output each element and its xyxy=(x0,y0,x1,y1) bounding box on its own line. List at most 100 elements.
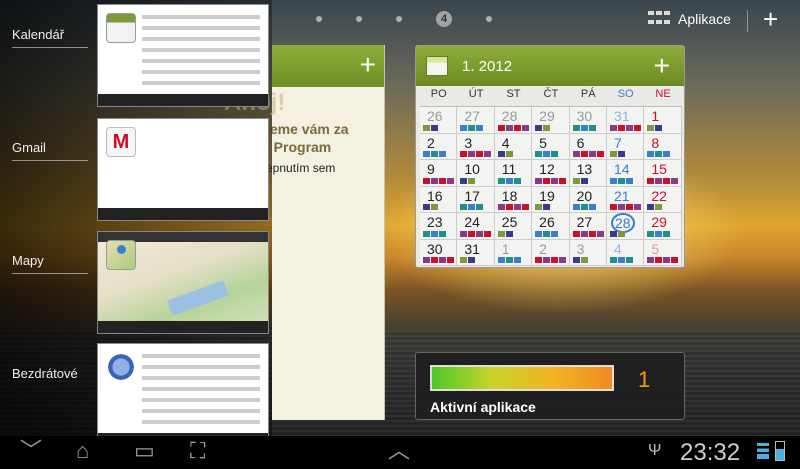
calendar-day[interactable]: 11 xyxy=(494,160,533,187)
calendar-day[interactable]: 28 xyxy=(606,213,645,240)
event-mark xyxy=(439,151,446,157)
page-dot[interactable] xyxy=(356,16,362,22)
active-apps-count: 1 xyxy=(638,367,651,392)
event-mark xyxy=(572,257,580,263)
event-mark xyxy=(513,204,521,210)
event-mark xyxy=(543,151,551,157)
calendar-day[interactable]: 9 xyxy=(420,160,458,187)
calendar-day[interactable]: 26 xyxy=(420,107,458,134)
event-mark xyxy=(497,257,505,263)
calendar-day[interactable]: 31 xyxy=(457,239,495,266)
calendar-day[interactable]: 25 xyxy=(494,213,533,240)
calendar-day[interactable]: 5 xyxy=(532,133,570,160)
calendar-day[interactable]: 1 xyxy=(644,107,682,134)
recent-app-thumbnail-maps[interactable] xyxy=(97,231,269,334)
calendar-day[interactable]: 2 xyxy=(532,239,570,266)
calendar-day[interactable]: 7 xyxy=(606,133,645,160)
calendar-day[interactable]: 8 xyxy=(644,133,682,160)
calendar-day-number: 24 xyxy=(464,214,480,230)
calendar-day[interactable]: 5 xyxy=(644,239,682,266)
calendar-day[interactable]: 18 xyxy=(494,186,533,213)
apps-label: Aplikace xyxy=(678,11,731,27)
calendar-day[interactable]: 14 xyxy=(606,160,645,187)
page-dot[interactable] xyxy=(396,16,402,22)
event-mark xyxy=(663,177,671,184)
add-event-button[interactable]: + xyxy=(654,52,670,80)
calendar-event-marks xyxy=(647,177,679,184)
event-mark xyxy=(484,151,492,157)
event-mark xyxy=(671,177,679,184)
calendar-day[interactable]: 29 xyxy=(644,213,682,240)
calendar-event-marks xyxy=(647,230,671,237)
calendar-day[interactable]: 6 xyxy=(569,133,607,160)
calendar-event-marks xyxy=(647,124,663,131)
calendar-day[interactable]: 20 xyxy=(569,186,607,213)
calendar-event-marks xyxy=(572,124,597,131)
event-mark xyxy=(423,124,430,131)
calendar-day[interactable]: 29 xyxy=(532,107,570,134)
back-button[interactable]: ﹀ xyxy=(20,440,42,462)
calendar-event-marks xyxy=(609,177,634,184)
calendar-day[interactable]: 3 xyxy=(569,239,607,266)
event-mark xyxy=(431,124,438,131)
calendar-day[interactable]: 27 xyxy=(457,107,495,134)
recent-app-thumbnail-wireless[interactable] xyxy=(97,343,269,446)
recent-app-thumbnail-calendar[interactable] xyxy=(97,4,269,107)
calendar-event-marks xyxy=(572,177,589,184)
event-mark xyxy=(655,124,663,131)
apps-button[interactable]: Aplikace xyxy=(648,11,731,27)
calendar-day[interactable]: 17 xyxy=(457,186,495,213)
home-button[interactable]: ⌂ xyxy=(76,440,89,462)
calendar-event-marks xyxy=(423,257,455,263)
calendar-day[interactable]: 1 xyxy=(494,239,533,266)
event-mark xyxy=(535,177,543,184)
page-dot[interactable] xyxy=(316,16,322,22)
page-dot[interactable] xyxy=(486,16,492,22)
calendar-day[interactable]: 31 xyxy=(606,107,645,134)
calendar-day[interactable]: 3 xyxy=(457,133,495,160)
event-mark xyxy=(655,257,663,263)
recent-divider xyxy=(12,273,88,274)
welcome-text-line: jeme vám za xyxy=(266,121,349,137)
event-mark xyxy=(447,177,454,184)
calendar-day[interactable]: 16 xyxy=(420,186,458,213)
calendar-day[interactable]: 21 xyxy=(606,186,645,213)
calendar-day[interactable]: 15 xyxy=(644,160,682,187)
calendar-day-number: 21 xyxy=(613,187,630,204)
calendar-event-marks xyxy=(423,204,439,210)
calendar-day[interactable]: 22 xyxy=(644,186,682,213)
welcome-widget[interactable]: + Ahoj! jeme vám za e Program epnutím se… xyxy=(224,45,385,420)
welcome-add-button[interactable]: + xyxy=(360,51,376,79)
calendar-day[interactable]: 28 xyxy=(494,107,533,134)
calendar-day[interactable]: 23 xyxy=(420,213,458,240)
calendar-day-number: 12 xyxy=(539,161,555,177)
event-mark xyxy=(423,204,430,210)
event-mark xyxy=(423,230,430,237)
calendar-day[interactable]: 27 xyxy=(569,213,607,240)
calendar-day[interactable]: 30 xyxy=(569,107,607,134)
calendar-day[interactable]: 13 xyxy=(569,160,607,187)
calendar-event-marks xyxy=(460,230,492,237)
event-mark xyxy=(439,230,446,237)
calendar-day[interactable]: 10 xyxy=(457,160,495,187)
calendar-day-number: 9 xyxy=(427,161,435,177)
calendar-day[interactable]: 24 xyxy=(457,213,495,240)
clock[interactable]: 23:32 xyxy=(680,439,740,467)
event-mark xyxy=(617,257,625,263)
calendar-day[interactable]: 4 xyxy=(606,239,645,266)
calendar-event-marks xyxy=(423,151,447,157)
screenshot-button[interactable]: ⛶ xyxy=(190,440,205,462)
calendar-day[interactable]: 2 xyxy=(420,133,458,160)
calendar-day[interactable]: 12 xyxy=(532,160,570,187)
calendar-day[interactable]: 4 xyxy=(494,133,533,160)
add-widget-button[interactable]: + xyxy=(763,6,778,32)
calendar-event-marks xyxy=(535,124,551,131)
calendar-day[interactable]: 26 xyxy=(532,213,570,240)
recent-app-thumbnail-gmail[interactable] xyxy=(97,118,269,221)
calendar-day[interactable]: 30 xyxy=(420,239,458,266)
calendar-day[interactable]: 19 xyxy=(532,186,570,213)
recent-apps-button[interactable]: ▭ xyxy=(134,440,155,462)
calendar-widget[interactable]: 1. 2012 + PO ÚT ST ČT PÁ SO NE 26 27 28 29 3… xyxy=(415,45,685,268)
active-apps-widget[interactable]: 1 Aktivní aplikace xyxy=(415,352,685,420)
chevron-up-icon[interactable]: ︿ xyxy=(388,440,410,462)
